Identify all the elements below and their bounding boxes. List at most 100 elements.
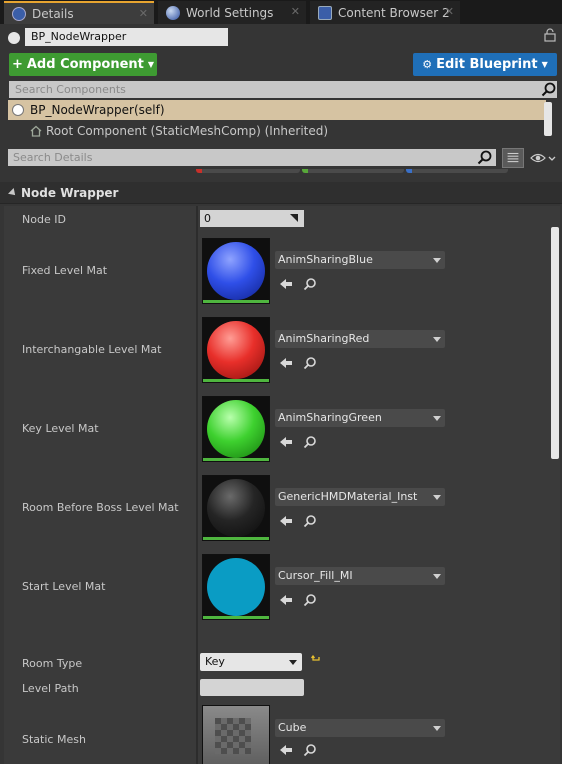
search-details-input[interactable]: Search Details <box>8 149 496 166</box>
search-icon <box>477 150 492 165</box>
start-level-mat-combo[interactable]: Cursor_Fill_MI <box>275 567 445 585</box>
chevron-down-icon: ▼ <box>147 60 155 69</box>
static-mesh-tools <box>279 743 319 759</box>
browse-search-icon[interactable] <box>303 593 317 607</box>
tab-world-settings[interactable]: World Settings ✕ <box>158 1 306 24</box>
key-level-mat-label: Key Level Mat <box>22 422 99 435</box>
interchangable-level-mat-value: AnimSharingRed <box>278 332 370 345</box>
column-splitter[interactable] <box>196 206 198 764</box>
eye-icon[interactable] <box>530 151 556 165</box>
plus-icon: + <box>11 57 23 72</box>
category-node-wrapper[interactable]: Node Wrapper <box>0 182 562 204</box>
use-selected-arrow-icon[interactable] <box>279 435 293 449</box>
tab-details[interactable]: Details ✕ <box>4 1 154 24</box>
component-item-label: Root Component (StaticMeshComp) (Inherit… <box>46 124 329 138</box>
search-icon <box>541 82 556 97</box>
static-mesh-thumbnail[interactable] <box>202 705 270 764</box>
close-icon[interactable]: ✕ <box>291 5 300 18</box>
material-sphere <box>207 479 265 537</box>
edit-blueprint-label: Edit Blueprint <box>436 57 538 72</box>
lock-icon[interactable] <box>544 28 556 42</box>
globe-icon <box>166 5 180 20</box>
start-level-mat-thumbnail[interactable] <box>202 554 270 620</box>
interchangable-level-mat-combo[interactable]: AnimSharingRed <box>275 330 445 348</box>
component-item-root[interactable]: Root Component (StaticMeshComp) (Inherit… <box>30 124 328 138</box>
cube-mesh-preview <box>215 718 251 754</box>
view-options-icon[interactable] <box>502 148 524 168</box>
node-id-input[interactable]: 0 <box>200 210 304 227</box>
key-level-mat-tools <box>279 435 319 451</box>
use-selected-arrow-icon[interactable] <box>279 514 293 528</box>
browse-search-icon[interactable] <box>303 743 317 757</box>
close-icon[interactable]: ✕ <box>139 7 148 20</box>
search-components-placeholder: Search Components <box>15 83 126 96</box>
components-scrollbar[interactable] <box>544 102 552 136</box>
edit-blueprint-button[interactable]: ⚙ Edit Blueprint ▼ <box>413 53 557 76</box>
browse-search-icon[interactable] <box>303 435 317 449</box>
fixed-level-mat-combo[interactable]: AnimSharingBlue <box>275 251 445 269</box>
key-level-mat-combo[interactable]: AnimSharingGreen <box>275 409 445 427</box>
collapse-arrow-icon <box>8 187 18 198</box>
material-sphere <box>207 400 265 458</box>
fixed-level-mat-thumbnail[interactable] <box>202 238 270 304</box>
asset-type-bar <box>203 537 269 540</box>
key-level-mat-thumbnail[interactable] <box>202 396 270 462</box>
static-mesh-label: Static Mesh <box>22 733 86 746</box>
chevron-down-icon <box>433 416 441 421</box>
fixed-level-mat-label: Fixed Level Mat <box>22 264 108 277</box>
room-type-label: Room Type <box>22 657 83 670</box>
add-component-button[interactable]: + Add Component ▼ <box>9 53 157 76</box>
tab-content-browser[interactable]: Content Browser 2 ✕ <box>310 1 460 24</box>
use-selected-arrow-icon[interactable] <box>279 277 293 291</box>
room-before-boss-level-mat-label: Room Before Boss Level Mat <box>22 501 179 514</box>
browse-search-icon[interactable] <box>303 514 317 528</box>
close-icon[interactable]: ✕ <box>445 5 454 18</box>
reset-to-default-icon[interactable] <box>311 655 321 665</box>
start-level-mat-label: Start Level Mat <box>22 580 106 593</box>
asset-type-bar <box>203 300 269 303</box>
actor-name-field[interactable]: BP_NodeWrapper <box>25 28 228 46</box>
material-sphere <box>207 321 265 379</box>
gears-icon: ⚙ <box>422 58 433 71</box>
house-icon <box>30 125 42 137</box>
asset-type-bar <box>203 379 269 382</box>
static-mesh-value: Cube <box>278 721 307 734</box>
property-list: Node ID 0 Fixed Level Mat AnimSharingBlu… <box>4 206 560 764</box>
component-item-label: BP_NodeWrapper(self) <box>30 103 165 117</box>
use-selected-arrow-icon[interactable] <box>279 743 293 757</box>
room-type-value: Key <box>205 655 225 668</box>
chevron-down-icon <box>433 574 441 579</box>
details-scrollbar[interactable] <box>551 227 559 459</box>
fixed-level-mat-tools <box>279 277 319 293</box>
resize-handle-icon[interactable] <box>290 214 298 222</box>
search-components-input[interactable]: Search Components <box>9 81 557 98</box>
browse-search-icon[interactable] <box>303 356 317 370</box>
room-type-dropdown[interactable]: Key <box>200 653 302 671</box>
room-before-boss-level-mat-thumbnail[interactable] <box>202 475 270 541</box>
chevron-down-icon <box>433 495 441 500</box>
material-sphere <box>207 558 265 616</box>
static-mesh-combo[interactable]: Cube <box>275 719 445 737</box>
room-before-boss-level-mat-combo[interactable]: GenericHMDMaterial_Inst <box>275 488 445 506</box>
start-level-mat-tools <box>279 593 319 609</box>
room-before-boss-level-mat-tools <box>279 514 319 530</box>
details-icon <box>12 6 26 21</box>
component-item-self[interactable]: BP_NodeWrapper(self) <box>8 100 546 120</box>
tab-content-browser-label: Content Browser 2 <box>338 5 450 20</box>
node-id-value: 0 <box>204 212 211 225</box>
interchangable-level-mat-thumbnail[interactable] <box>202 317 270 383</box>
chevron-down-icon <box>289 660 297 665</box>
details-panel: BP_NodeWrapper + Add Component ▼ ⚙ Edit … <box>0 24 562 764</box>
use-selected-arrow-icon[interactable] <box>279 593 293 607</box>
actor-name-row: BP_NodeWrapper <box>0 24 562 50</box>
tab-details-label: Details <box>32 6 74 21</box>
tab-bar: Details ✕ World Settings ✕ Content Brows… <box>0 0 562 24</box>
use-selected-arrow-icon[interactable] <box>279 356 293 370</box>
key-level-mat-value: AnimSharingGreen <box>278 411 382 424</box>
interchangable-level-mat-label: Interchangable Level Mat <box>22 343 162 356</box>
browse-search-icon[interactable] <box>303 277 317 291</box>
node-id-label: Node ID <box>22 213 66 226</box>
level-path-label: Level Path <box>22 682 79 695</box>
level-path-input[interactable] <box>200 679 304 696</box>
actor-icon <box>12 104 24 116</box>
